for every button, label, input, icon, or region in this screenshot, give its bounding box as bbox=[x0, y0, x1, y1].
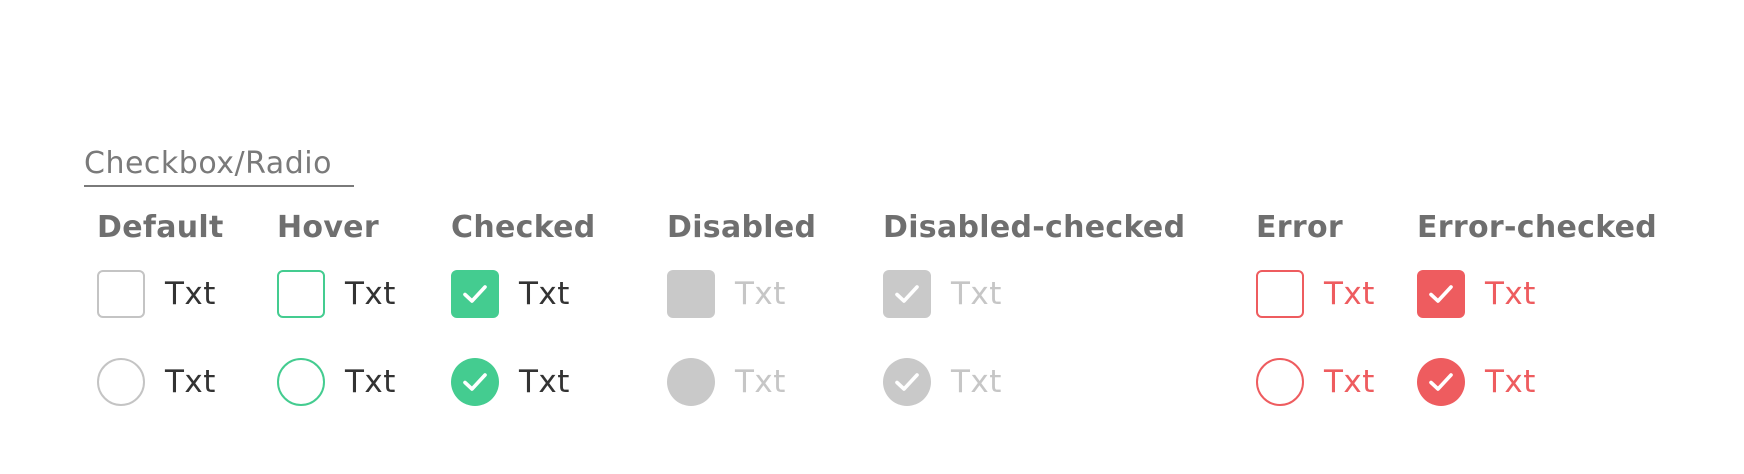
column-header-error: Error bbox=[1256, 210, 1343, 245]
section-title-underline bbox=[84, 185, 354, 187]
radio-checked[interactable]: Txt bbox=[451, 358, 570, 406]
checkbox-label: Txt bbox=[345, 276, 396, 312]
checkbox-error-checked[interactable]: Txt bbox=[1417, 270, 1536, 318]
column-header-disabled: Disabled bbox=[667, 210, 817, 245]
radio-label: Txt bbox=[165, 364, 216, 400]
check-icon bbox=[463, 285, 487, 303]
radio-label: Txt bbox=[735, 364, 786, 400]
check-icon bbox=[895, 285, 919, 303]
checkbox-box[interactable] bbox=[97, 270, 145, 318]
radio-circle[interactable] bbox=[277, 358, 325, 406]
radio-circle[interactable] bbox=[451, 358, 499, 406]
checkbox-disabled[interactable]: Txt bbox=[667, 270, 786, 318]
radio-circle[interactable] bbox=[1417, 358, 1465, 406]
checkbox-label: Txt bbox=[1324, 276, 1375, 312]
checkbox-box[interactable] bbox=[667, 270, 715, 318]
checkbox-label: Txt bbox=[165, 276, 216, 312]
checkbox-label: Txt bbox=[519, 276, 570, 312]
radio-disabled[interactable]: Txt bbox=[667, 358, 786, 406]
check-icon bbox=[463, 373, 487, 391]
checkbox-disabled-checked[interactable]: Txt bbox=[883, 270, 1002, 318]
radio-label: Txt bbox=[345, 364, 396, 400]
column-header-default: Default bbox=[97, 210, 224, 245]
checkbox-error[interactable]: Txt bbox=[1256, 270, 1375, 318]
column-header-checked: Checked bbox=[451, 210, 596, 245]
radio-circle[interactable] bbox=[667, 358, 715, 406]
radio-label: Txt bbox=[1485, 364, 1536, 400]
checkbox-hover[interactable]: Txt bbox=[277, 270, 396, 318]
checkbox-box[interactable] bbox=[1417, 270, 1465, 318]
column-header-hover: Hover bbox=[277, 210, 379, 245]
check-icon bbox=[1429, 285, 1453, 303]
radio-label: Txt bbox=[1324, 364, 1375, 400]
radio-circle[interactable] bbox=[97, 358, 145, 406]
column-header-error-checked: Error-checked bbox=[1417, 210, 1658, 245]
checkbox-box[interactable] bbox=[883, 270, 931, 318]
check-icon bbox=[1429, 373, 1453, 391]
radio-error[interactable]: Txt bbox=[1256, 358, 1375, 406]
checkbox-box[interactable] bbox=[451, 270, 499, 318]
checkbox-box[interactable] bbox=[1256, 270, 1304, 318]
checkbox-default[interactable]: Txt bbox=[97, 270, 216, 318]
checkbox-label: Txt bbox=[951, 276, 1002, 312]
radio-disabled-checked[interactable]: Txt bbox=[883, 358, 1002, 406]
radio-hover[interactable]: Txt bbox=[277, 358, 396, 406]
column-header-disabled-checked: Disabled-checked bbox=[883, 210, 1186, 245]
checkbox-label: Txt bbox=[735, 276, 786, 312]
section-title: Checkbox/Radio bbox=[84, 146, 332, 181]
radio-error-checked[interactable]: Txt bbox=[1417, 358, 1536, 406]
radio-circle[interactable] bbox=[1256, 358, 1304, 406]
checkbox-checked[interactable]: Txt bbox=[451, 270, 570, 318]
radio-circle[interactable] bbox=[883, 358, 931, 406]
radio-default[interactable]: Txt bbox=[97, 358, 216, 406]
check-icon bbox=[895, 373, 919, 391]
radio-label: Txt bbox=[951, 364, 1002, 400]
checkbox-box[interactable] bbox=[277, 270, 325, 318]
checkbox-label: Txt bbox=[1485, 276, 1536, 312]
radio-label: Txt bbox=[519, 364, 570, 400]
